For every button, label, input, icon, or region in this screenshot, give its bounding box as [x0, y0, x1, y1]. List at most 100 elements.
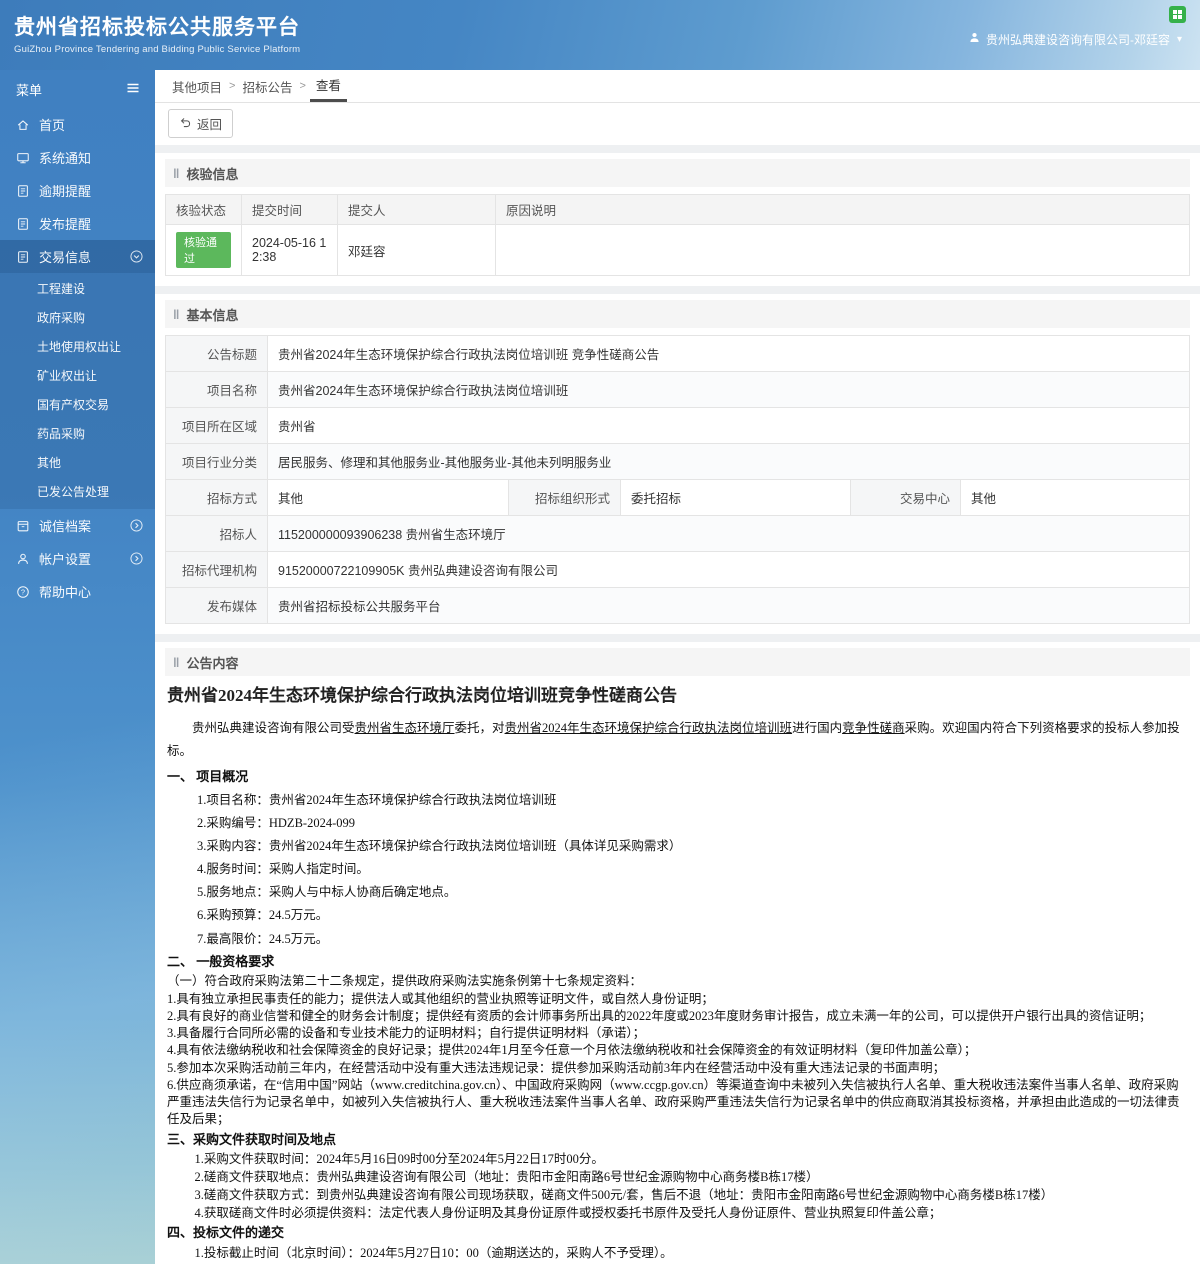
table-row: 项目所在区域 贵州省 [165, 407, 1190, 444]
section-marker-icon: ‖ [173, 165, 180, 181]
col-header: 提交人 [337, 194, 496, 225]
caret-down-icon: ▾ [1176, 33, 1182, 45]
announcement-body: 一、 项目概况 1.项目名称：贵州省2024年生态环境保护综合行政执法岗位培训班 2… [167, 766, 1188, 1264]
sidebar-item-system-notice[interactable]: 系统通知 [0, 141, 155, 174]
announcement-section-title: ‖ 公告内容 [165, 648, 1190, 676]
verification-table: 核验状态 提交时间 提交人 原因说明 核验通过 2024-05-16 12:38… [165, 194, 1190, 276]
user-menu[interactable]: 贵州弘典建设咨询有限公司-邓廷容 ▾ [968, 31, 1182, 48]
content-block-9: （一）符合政府采购法第二十二条规定，提供政府采购法实施条例第十七条规定资料： [167, 974, 643, 989]
back-button[interactable]: 返回 [168, 109, 234, 138]
basic-info-value: 115200000093906238 贵州省生态环境厅 [267, 515, 1190, 552]
table-row-triple: 招标方式 其他 招标组织形式 委托招标 交易中心 其他 [165, 479, 1190, 516]
basic-info-value: 贵州省招标投标公共服务平台 [267, 587, 1190, 624]
content-block-20: 4.获取磋商文件时必须提供资料：法定代表人身份证明及其身份证原件或授权委托书原件… [194, 1205, 942, 1220]
content-block-8: 二、 一般资格要求 [167, 953, 275, 969]
breadcrumb-item-tender-announcement[interactable]: 招标公告 [239, 70, 295, 102]
content-block-6: 6.采购预算：24.5万元。 [197, 908, 329, 923]
sidebar-item-label: 系统通知 [39, 151, 92, 166]
main-content: 其他项目 > 招标公告 > 查看 返回 ‖ 核验信息 核验状态 提交时间 提交人… [155, 70, 1200, 1264]
basic-info-label: 交易中心 [850, 479, 961, 516]
back-icon [179, 116, 192, 132]
svg-text:?: ? [21, 587, 25, 596]
basic-info-value: 贵州省2024年生态环境保护综合行政执法岗位培训班 竞争性磋商公告 [267, 335, 1190, 372]
basic-info-label: 招标人 [165, 515, 268, 552]
verification-status-cell: 核验通过 [165, 224, 242, 276]
content-block-12: 3.具备履行合同所必需的设备和专业技术能力的证明材料；自行提供证明材料（承诺）； [167, 1026, 646, 1041]
home-icon [16, 118, 30, 132]
basic-info-value: 贵州省 [267, 407, 1190, 444]
archive-icon [16, 519, 30, 533]
announcement-title: 贵州省2024年生态环境保护综合行政执法岗位培训班竞争性磋商公告 [167, 686, 677, 705]
breadcrumb-item-view-current[interactable]: 查看 [309, 70, 347, 102]
sidebar-item-overdue-reminder[interactable]: 逾期提醒 [0, 174, 155, 207]
breadcrumb: 其他项目 > 招标公告 > 查看 [155, 70, 1200, 103]
basic-info-label: 招标代理机构 [165, 551, 268, 588]
hamburger-icon[interactable] [125, 80, 141, 99]
basic-info-value: 91520000722109905K 贵州弘典建设咨询有限公司 [267, 551, 1190, 588]
overdue-doc-icon [16, 184, 30, 198]
table-row: 项目名称 贵州省2024年生态环境保护综合行政执法岗位培训班 [165, 371, 1190, 408]
content-block-4: 4.服务时间：采购人指定时间。 [197, 862, 369, 877]
sidebar-subitem-3[interactable]: 矿业权出让 [0, 362, 155, 391]
breadcrumb-item-other-projects[interactable]: 其他项目 [169, 70, 225, 102]
sidebar-item-label: 帮助中心 [39, 585, 92, 600]
section-marker-icon: ‖ [173, 654, 180, 670]
content-block-19: 3.磋商文件获取方式：到贵州弘典建设咨询有限公司现场获取，磋商文件500元/套，… [194, 1187, 1054, 1202]
section-title-text: 核验信息 [186, 166, 239, 182]
content-block-3: 3.采购内容：贵州省2024年生态环境保护综合行政执法岗位培训班（具体详见采购需… [197, 839, 682, 854]
content-block-14: 5.参加本次采购活动前三年内，在经营活动中没有重大违法违规记录：提供参加采购活动… [167, 1060, 946, 1075]
sidebar-subitem-2[interactable]: 土地使用权出让 [0, 333, 155, 362]
content-block-5: 5.服务地点：采购人与中标人协商后确定地点。 [197, 885, 457, 900]
sidebar-item-integrity-archive[interactable]: 诚信档案 [0, 509, 155, 542]
verification-person-cell: 邓廷容 [337, 224, 496, 276]
sidebar-item-publish-reminder[interactable]: 发布提醒 [0, 207, 155, 240]
sidebar-item-label: 诚信档案 [39, 519, 92, 534]
sidebar-item-label: 帐户设置 [39, 552, 92, 567]
col-header: 核验状态 [165, 194, 242, 225]
content-block-18: 2.磋商文件获取地点：贵州弘典建设咨询有限公司（地址：贵阳市金阳南路6号世纪金源… [194, 1170, 819, 1185]
browser-extension-icon[interactable] [1169, 6, 1186, 23]
platform-subtitle: GuiZhou Province Tendering and Bidding P… [14, 43, 301, 55]
sidebar-item-label: 交易信息 [39, 250, 92, 265]
toolbar: 返回 [155, 103, 1200, 145]
sidebar-item-help-center[interactable]: ? 帮助中心 [0, 575, 155, 608]
table-row: 招标代理机构 91520000722109905K 贵州弘典建设咨询有限公司 [165, 551, 1190, 588]
sidebar-item-label: 首页 [39, 118, 66, 133]
table-row: 发布媒体 贵州省招标投标公共服务平台 [165, 587, 1190, 624]
content-block-15: 6.供应商须承诺，在“信用中国”网站（www.creditchina.gov.c… [167, 1077, 1180, 1127]
content-block-21: 四、投标文件的递交 [167, 1225, 285, 1241]
sidebar-item-account-settings[interactable]: 帐户设置 [0, 542, 155, 575]
basic-info-value: 其他 [960, 479, 1190, 516]
basic-info-label: 招标组织形式 [508, 479, 621, 516]
section-marker-icon: ‖ [173, 306, 180, 322]
sidebar-subitem-5[interactable]: 药品采购 [0, 420, 155, 449]
verification-header-row: 核验状态 提交时间 提交人 原因说明 [165, 194, 1190, 225]
section-title-text: 基本信息 [186, 307, 239, 323]
verification-section-title: ‖ 核验信息 [165, 159, 1190, 187]
sidebar-subitem-4[interactable]: 国有产权交易 [0, 391, 155, 420]
chevron-right-circle-icon [130, 519, 143, 532]
basic-info-value: 委托招标 [620, 479, 851, 516]
basic-info-label: 项目行业分类 [165, 443, 268, 480]
menu-label: 菜单 [16, 82, 43, 98]
sidebar-item-home[interactable]: 首页 [0, 108, 155, 141]
trade-submenu: 工程建设 政府采购 土地使用权出让 矿业权出让 国有产权交易 药品采购 其他 已发公告处理 [0, 273, 155, 509]
verification-data-row: 核验通过 2024-05-16 12:38 邓廷容 [165, 224, 1190, 276]
sidebar-subitem-1[interactable]: 政府采购 [0, 304, 155, 333]
content-block-11: 2.具有良好的商业信誉和健全的财务会计制度；提供经有资质的会计师事务所出具的20… [167, 1008, 1152, 1023]
monitor-icon [16, 151, 30, 165]
trade-doc-icon [16, 250, 30, 264]
sidebar-subitem-0[interactable]: 工程建设 [0, 275, 155, 304]
chevron-right-circle-icon [130, 552, 143, 565]
sidebar-menu-header[interactable]: 菜单 [0, 70, 155, 108]
verification-panel: ‖ 核验信息 核验状态 提交时间 提交人 原因说明 核验通过 2024-05-1… [155, 153, 1200, 286]
col-header: 提交时间 [241, 194, 338, 225]
basic-info-value: 贵州省2024年生态环境保护综合行政执法岗位培训班 [267, 371, 1190, 408]
sidebar-item-label: 逾期提醒 [39, 184, 92, 199]
sidebar-item-trade-info[interactable]: 交易信息 [0, 240, 155, 273]
basic-info-section-title: ‖ 基本信息 [165, 300, 1190, 328]
content-block-13: 4.具有依法缴纳税收和社会保障资金的良好记录；提供2024年1月至今任意一个月依… [167, 1043, 977, 1058]
breadcrumb-separator: > [299, 80, 306, 92]
sidebar-subitem-7[interactable]: 已发公告处理 [0, 478, 155, 507]
sidebar-subitem-6[interactable]: 其他 [0, 449, 155, 478]
